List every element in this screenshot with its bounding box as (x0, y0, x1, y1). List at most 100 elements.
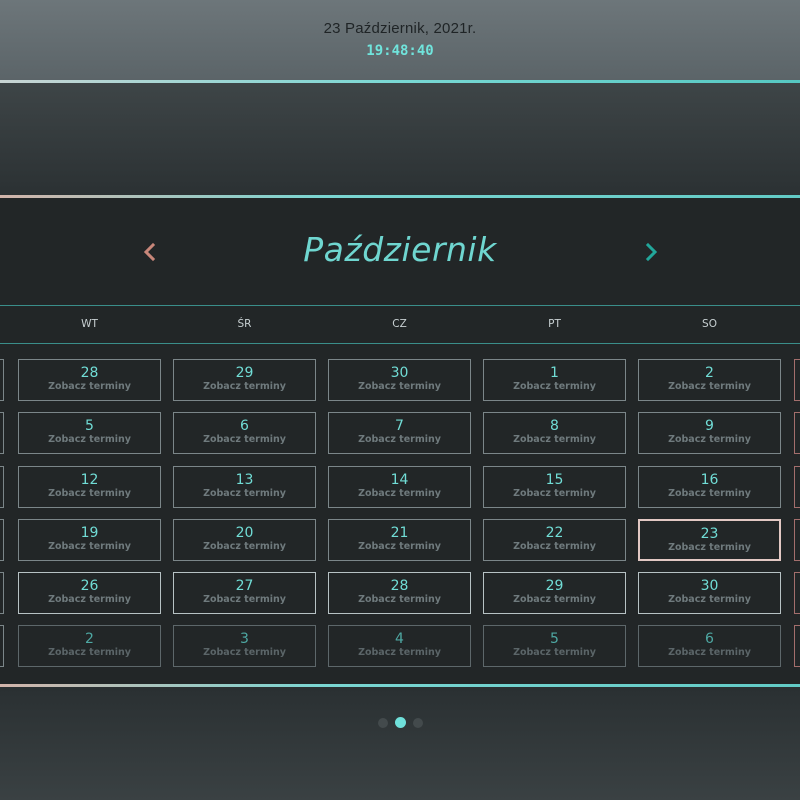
day-cell[interactable]: 26 Zobacz terminy (18, 572, 161, 614)
see-appointments-link[interactable]: Zobacz terminy (19, 434, 160, 446)
day-cell-partial[interactable] (794, 625, 800, 667)
see-appointments-link[interactable]: Zobacz terminy (174, 594, 315, 606)
day-number: 15 (545, 472, 564, 488)
day-number: 16 (700, 472, 719, 488)
pager-dot[interactable] (378, 718, 388, 728)
day-number: 6 (705, 631, 714, 647)
day-cell[interactable]: 27 Zobacz terminy (173, 572, 316, 614)
day-cell[interactable]: 6 Zobacz terminy (638, 625, 781, 667)
current-time: 19:48:40 (366, 43, 434, 59)
see-appointments-link[interactable]: Zobacz terminy (484, 647, 625, 659)
see-appointments-link[interactable]: Zobacz terminy (640, 542, 779, 554)
see-appointments-link[interactable]: Zobacz terminy (639, 434, 780, 446)
prev-month-button[interactable] (140, 240, 160, 264)
see-appointments-link[interactable]: Zobacz terminy (19, 647, 160, 659)
day-cell[interactable]: 29 Zobacz terminy (173, 359, 316, 401)
see-appointments-link[interactable]: Zobacz terminy (19, 488, 160, 500)
day-cell[interactable]: 13 Zobacz terminy (173, 466, 316, 508)
next-month-button[interactable] (642, 240, 662, 264)
day-cell[interactable]: 19 Zobacz terminy (18, 519, 161, 561)
day-cell[interactable]: 2 Zobacz terminy (18, 625, 161, 667)
see-appointments-link[interactable]: Zobacz terminy (639, 647, 780, 659)
see-appointments-link[interactable]: Zobacz terminy (19, 594, 160, 606)
month-title: Październik (303, 230, 497, 269)
day-cell-partial[interactable] (0, 466, 4, 508)
day-number: 12 (80, 472, 99, 488)
day-cell[interactable]: 21 Zobacz terminy (328, 519, 471, 561)
see-appointments-link[interactable]: Zobacz terminy (484, 541, 625, 553)
day-cell-partial[interactable] (794, 359, 800, 401)
day-cell[interactable]: 3 Zobacz terminy (173, 625, 316, 667)
day-cell-partial[interactable] (794, 466, 800, 508)
see-appointments-link[interactable]: Zobacz terminy (174, 381, 315, 393)
day-cell-today[interactable]: 23 Zobacz terminy (638, 519, 781, 561)
day-number: 2 (85, 631, 94, 647)
see-appointments-link[interactable]: Zobacz terminy (19, 541, 160, 553)
day-cell[interactable]: 4 Zobacz terminy (328, 625, 471, 667)
see-appointments-link[interactable]: Zobacz terminy (19, 381, 160, 393)
day-cell[interactable]: 2 Zobacz terminy (638, 359, 781, 401)
pager-dot-active[interactable] (395, 717, 406, 728)
see-appointments-link[interactable]: Zobacz terminy (484, 594, 625, 606)
day-cell-partial[interactable] (0, 519, 4, 561)
day-cell[interactable]: 8 Zobacz terminy (483, 412, 626, 454)
day-number: 28 (80, 365, 99, 381)
day-cell[interactable]: 14 Zobacz terminy (328, 466, 471, 508)
see-appointments-link[interactable]: Zobacz terminy (484, 488, 625, 500)
see-appointments-link[interactable]: Zobacz terminy (639, 594, 780, 606)
day-number: 30 (700, 578, 719, 594)
day-cell[interactable]: 22 Zobacz terminy (483, 519, 626, 561)
day-cell-partial[interactable] (794, 412, 800, 454)
day-cell-partial[interactable] (794, 572, 800, 614)
footer-band (0, 687, 800, 800)
top-bar (0, 0, 800, 81)
day-cell[interactable]: 12 Zobacz terminy (18, 466, 161, 508)
day-cell[interactable]: 6 Zobacz terminy (173, 412, 316, 454)
day-cell[interactable]: 28 Zobacz terminy (18, 359, 161, 401)
day-number: 9 (705, 418, 714, 434)
day-cell[interactable]: 16 Zobacz terminy (638, 466, 781, 508)
day-cell[interactable]: 9 Zobacz terminy (638, 412, 781, 454)
see-appointments-link[interactable]: Zobacz terminy (174, 541, 315, 553)
day-cell-partial[interactable] (0, 572, 4, 614)
day-cell[interactable]: 15 Zobacz terminy (483, 466, 626, 508)
see-appointments-link[interactable]: Zobacz terminy (329, 647, 470, 659)
see-appointments-link[interactable]: Zobacz terminy (174, 488, 315, 500)
day-number: 21 (390, 525, 409, 541)
day-cell-partial[interactable] (0, 412, 4, 454)
day-number: 5 (85, 418, 94, 434)
see-appointments-link[interactable]: Zobacz terminy (174, 434, 315, 446)
day-cell[interactable]: 29 Zobacz terminy (483, 572, 626, 614)
see-appointments-link[interactable]: Zobacz terminy (639, 381, 780, 393)
day-cell[interactable]: 5 Zobacz terminy (18, 412, 161, 454)
day-cell-partial[interactable] (0, 359, 4, 401)
day-number: 29 (545, 578, 564, 594)
chevron-left-icon (143, 242, 156, 262)
day-number: 23 (700, 526, 719, 542)
pager-dot[interactable] (413, 718, 423, 728)
day-cell[interactable]: 20 Zobacz terminy (173, 519, 316, 561)
day-number: 22 (545, 525, 564, 541)
day-cell[interactable]: 30 Zobacz terminy (638, 572, 781, 614)
day-number: 3 (240, 631, 249, 647)
day-cell[interactable]: 30 Zobacz terminy (328, 359, 471, 401)
see-appointments-link[interactable]: Zobacz terminy (329, 434, 470, 446)
divider (0, 195, 800, 198)
day-cell[interactable]: 1 Zobacz terminy (483, 359, 626, 401)
see-appointments-link[interactable]: Zobacz terminy (329, 488, 470, 500)
see-appointments-link[interactable]: Zobacz terminy (329, 381, 470, 393)
see-appointments-link[interactable]: Zobacz terminy (484, 434, 625, 446)
day-number: 20 (235, 525, 254, 541)
see-appointments-link[interactable]: Zobacz terminy (329, 541, 470, 553)
day-cell-partial[interactable] (0, 625, 4, 667)
weekday-header: WT (81, 318, 98, 330)
see-appointments-link[interactable]: Zobacz terminy (639, 488, 780, 500)
day-cell[interactable]: 7 Zobacz terminy (328, 412, 471, 454)
see-appointments-link[interactable]: Zobacz terminy (329, 594, 470, 606)
day-cell[interactable]: 5 Zobacz terminy (483, 625, 626, 667)
day-cell[interactable]: 28 Zobacz terminy (328, 572, 471, 614)
day-cell-partial[interactable] (794, 519, 800, 561)
day-number: 28 (390, 578, 409, 594)
see-appointments-link[interactable]: Zobacz terminy (484, 381, 625, 393)
see-appointments-link[interactable]: Zobacz terminy (174, 647, 315, 659)
